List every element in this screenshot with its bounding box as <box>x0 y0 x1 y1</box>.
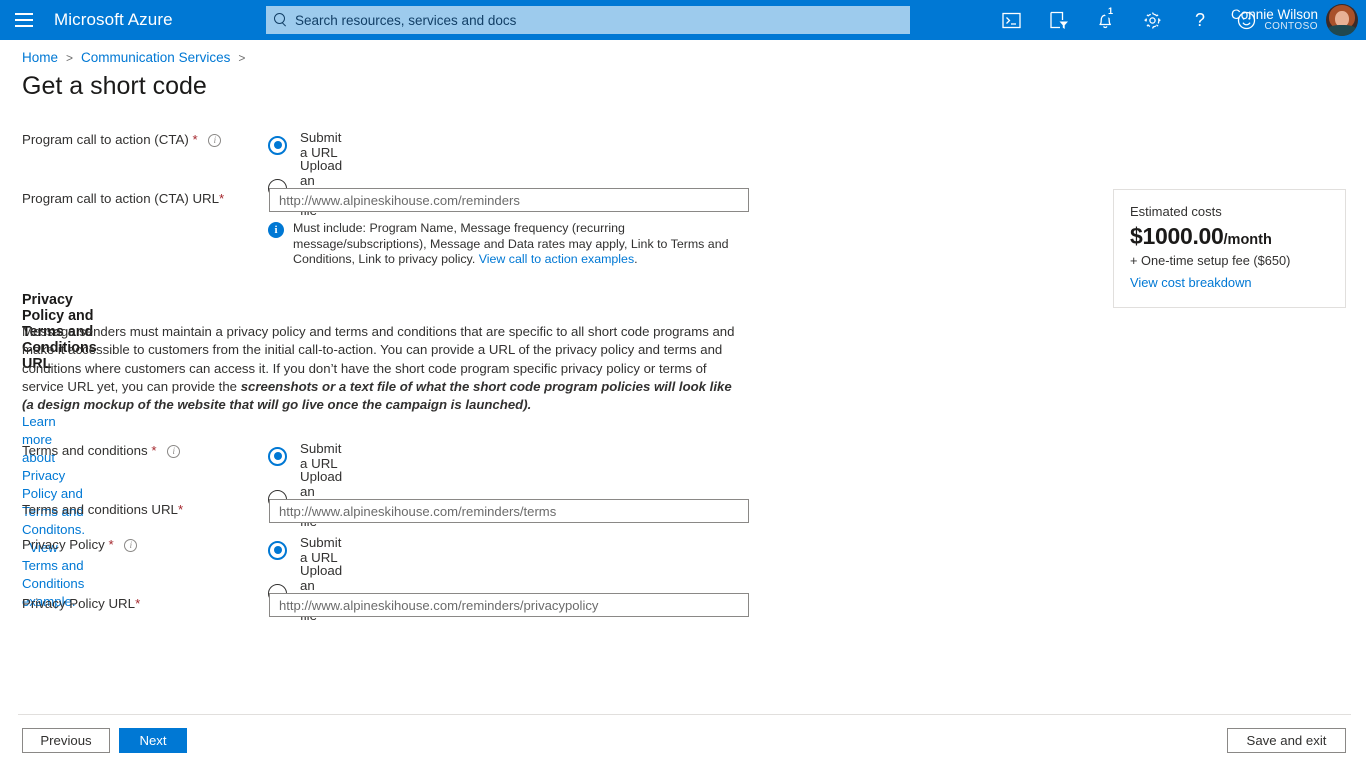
cta-radio-submit-url-label: Submit a URL <box>300 130 341 160</box>
footer-divider <box>18 714 1351 715</box>
save-and-exit-button[interactable]: Save and exit <box>1227 728 1346 753</box>
brand-title[interactable]: Microsoft Azure <box>54 10 173 30</box>
search-placeholder: Search resources, services and docs <box>295 13 516 28</box>
account-text: Connie Wilson CONTOSO <box>1231 8 1318 33</box>
terms-radio-submit-url[interactable]: Submit a URL <box>268 441 341 471</box>
estimated-costs-card: Estimated costs $1000.00/month + One-tim… <box>1113 189 1346 308</box>
settings-gear-icon[interactable] <box>1129 0 1176 40</box>
breadcrumb-separator-icon: > <box>66 51 73 65</box>
radio-indicator[interactable] <box>268 541 287 560</box>
cta-label-text: Program call to action (CTA) <box>22 132 189 147</box>
cloud-shell-icon[interactable] <box>988 0 1035 40</box>
svg-text:?: ? <box>1194 10 1204 30</box>
estimated-costs-setup-fee: + One-time setup fee ($650) <box>1130 253 1329 268</box>
next-button[interactable]: Next <box>119 728 187 753</box>
estimated-costs-title: Estimated costs <box>1130 204 1329 219</box>
info-circle-icon: i <box>268 222 284 238</box>
estimated-costs-price: $1000.00 <box>1130 223 1224 249</box>
privacy-radio-submit-url-label: Submit a URL <box>300 535 341 565</box>
cta-url-info-callout: i Must include: Program Name, Message fr… <box>268 221 738 268</box>
cta-url-label-text: Program call to action (CTA) URL <box>22 191 219 206</box>
account-name: Connie Wilson <box>1231 8 1318 22</box>
cta-url-input[interactable]: http://www.alpineskihouse.com/reminders <box>269 188 749 212</box>
cta-info-icon[interactable]: i <box>208 134 221 147</box>
breadcrumb: Home > Communication Services > <box>22 50 245 65</box>
radio-indicator[interactable] <box>268 447 287 466</box>
cta-radio-submit-url[interactable]: Submit a URL <box>268 130 341 160</box>
cta-required-mark: * <box>192 132 197 147</box>
terms-url-label: Terms and conditions URL* <box>22 502 183 517</box>
view-cost-breakdown-link[interactable]: View cost breakdown <box>1130 275 1329 290</box>
directories-filter-icon[interactable] <box>1035 0 1082 40</box>
search-icon <box>274 13 288 27</box>
privacy-policy-info-icon[interactable]: i <box>124 539 137 552</box>
privacy-policy-required-mark: * <box>108 537 113 552</box>
previous-button[interactable]: Previous <box>22 728 110 753</box>
notification-count-badge: 1 <box>1104 5 1117 18</box>
terms-url-value: http://www.alpineskihouse.com/reminders/… <box>279 504 556 519</box>
hamburger-icon[interactable] <box>0 0 48 40</box>
terms-info-icon[interactable]: i <box>167 445 180 458</box>
privacy-url-value: http://www.alpineskihouse.com/reminders/… <box>279 598 598 613</box>
terms-radio-submit-url-label: Submit a URL <box>300 441 341 471</box>
privacy-url-label-text: Privacy Policy URL <box>22 596 135 611</box>
breadcrumb-item-communication-services[interactable]: Communication Services <box>81 50 230 65</box>
account-org: CONTOSO <box>1231 22 1318 33</box>
terms-url-required-mark: * <box>178 502 183 517</box>
privacy-radio-submit-url[interactable]: Submit a URL <box>268 535 341 565</box>
cta-url-required-mark: * <box>219 191 224 206</box>
notifications-bell-icon[interactable]: 1 <box>1082 0 1129 40</box>
terms-url-label-text: Terms and conditions URL <box>22 502 178 517</box>
cta-label: Program call to action (CTA) * i <box>22 132 221 147</box>
privacy-url-required-mark: * <box>135 596 140 611</box>
terms-required-mark: * <box>151 443 156 458</box>
cta-callout-tail: . <box>634 252 637 266</box>
help-question-icon[interactable]: ? <box>1176 0 1223 40</box>
search-input[interactable]: Search resources, services and docs <box>266 6 910 34</box>
avatar[interactable] <box>1326 4 1358 36</box>
breadcrumb-separator-icon: > <box>238 51 245 65</box>
estimated-costs-unit: /month <box>1224 232 1272 248</box>
privacy-policy-label-text: Privacy Policy <box>22 537 105 552</box>
privacy-policy-label: Privacy Policy * i <box>22 537 137 552</box>
terms-label-text: Terms and conditions <box>22 443 148 458</box>
top-header: Microsoft Azure Search resources, servic… <box>0 0 1366 40</box>
terms-label: Terms and conditions * i <box>22 443 180 458</box>
breadcrumb-item-home[interactable]: Home <box>22 50 58 65</box>
terms-url-input[interactable]: http://www.alpineskihouse.com/reminders/… <box>269 499 749 523</box>
estimated-costs-price-row: $1000.00/month <box>1130 223 1329 250</box>
page-title: Get a short code <box>22 72 207 101</box>
privacy-section-paragraph: Message senders must maintain a privacy … <box>22 323 744 414</box>
cta-callout-text: Must include: Program Name, Message freq… <box>293 221 738 268</box>
view-call-to-action-examples-link[interactable]: View call to action examples <box>479 252 634 266</box>
cta-url-value: http://www.alpineskihouse.com/reminders <box>279 193 520 208</box>
privacy-url-input[interactable]: http://www.alpineskihouse.com/reminders/… <box>269 593 749 617</box>
account-menu[interactable]: Connie Wilson CONTOSO <box>1231 0 1358 40</box>
header-icon-group: 1 ? <box>988 0 1270 40</box>
learn-more-privacy-policy-link[interactable]: Learn more about Privacy Policy and Term… <box>22 414 85 537</box>
avatar-body <box>1328 25 1356 36</box>
privacy-url-label: Privacy Policy URL* <box>22 596 140 611</box>
radio-indicator[interactable] <box>268 136 287 155</box>
cta-url-label: Program call to action (CTA) URL* <box>22 191 224 206</box>
